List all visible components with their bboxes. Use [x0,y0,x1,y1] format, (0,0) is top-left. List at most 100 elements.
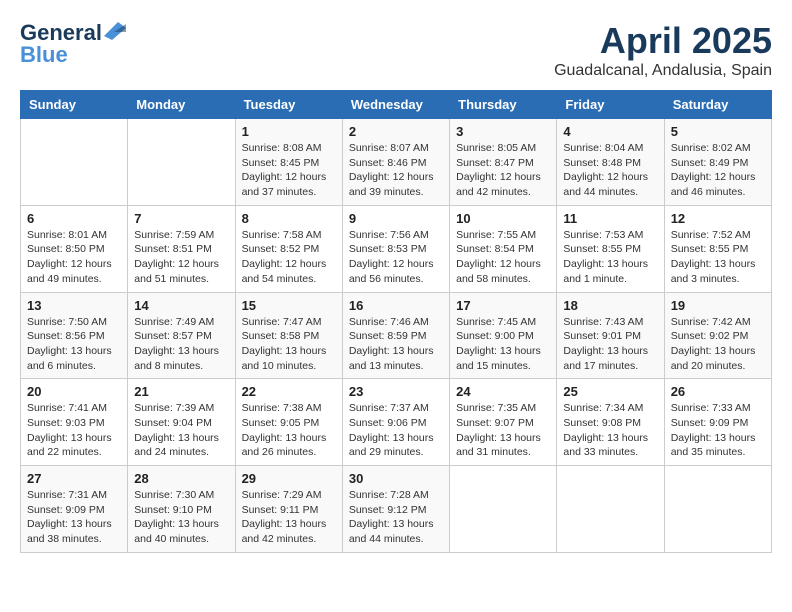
day-number: 10 [456,211,550,226]
calendar-cell: 30 Sunrise: 7:28 AMSunset: 9:12 PMDayligh… [342,466,449,553]
calendar-cell: 21 Sunrise: 7:39 AMSunset: 9:04 PMDayligh… [128,379,235,466]
weekday-header-monday: Monday [128,91,235,119]
calendar-cell: 8 Sunrise: 7:58 AMSunset: 8:52 PMDaylight… [235,205,342,292]
calendar-cell: 15Sunrise: 7:47 AMSunset: 8:58 PMDayligh… [235,292,342,379]
day-info: Sunrise: 7:41 AMSunset: 9:03 PMDaylight:… [27,401,121,460]
calendar-cell: 26 Sunrise: 7:33 AMSunset: 9:09 PMDayligh… [664,379,771,466]
day-number: 20 [27,384,121,399]
calendar-cell: 11 Sunrise: 7:53 AMSunset: 8:55 PMDayligh… [557,205,664,292]
day-number: 22 [242,384,336,399]
weekday-header-thursday: Thursday [450,91,557,119]
day-number: 16 [349,298,443,313]
calendar-cell: 22Sunrise: 7:38 AMSunset: 9:05 PMDayligh… [235,379,342,466]
day-number: 24 [456,384,550,399]
calendar-cell: 12Sunrise: 7:52 AMSunset: 8:55 PMDayligh… [664,205,771,292]
calendar-cell: 24 Sunrise: 7:35 AMSunset: 9:07 PMDayligh… [450,379,557,466]
day-info: Sunrise: 7:39 AMSunset: 9:04 PMDaylight:… [134,401,228,460]
weekday-header-wednesday: Wednesday [342,91,449,119]
day-number: 25 [563,384,657,399]
calendar-week-row: 27 Sunrise: 7:31 AMSunset: 9:09 PMDayligh… [21,466,772,553]
calendar-cell: 25 Sunrise: 7:34 AMSunset: 9:08 PMDayligh… [557,379,664,466]
calendar-cell [664,466,771,553]
calendar-cell: 1Sunrise: 8:08 AMSunset: 8:45 PMDaylight… [235,119,342,206]
day-info: Sunrise: 7:30 AMSunset: 9:10 PMDaylight:… [134,488,228,547]
calendar-cell: 16 Sunrise: 7:46 AMSunset: 8:59 PMDayligh… [342,292,449,379]
calendar-cell: 20 Sunrise: 7:41 AMSunset: 9:03 PMDayligh… [21,379,128,466]
calendar-cell: 17 Sunrise: 7:45 AMSunset: 9:00 PMDayligh… [450,292,557,379]
calendar-cell: 7 Sunrise: 7:59 AMSunset: 8:51 PMDaylight… [128,205,235,292]
day-number: 14 [134,298,228,313]
day-info: Sunrise: 7:49 AMSunset: 8:57 PMDaylight:… [134,315,228,374]
day-number: 19 [671,298,765,313]
day-info: Sunrise: 7:53 AMSunset: 8:55 PMDaylight:… [563,228,657,287]
calendar-cell [21,119,128,206]
title-block: April 2025 Guadalcanal, Andalusia, Spain [554,20,772,80]
day-info: Sunrise: 7:46 AMSunset: 8:59 PMDaylight:… [349,315,443,374]
page-header: General Blue April 2025 Guadalcanal, And… [20,20,772,80]
day-info: Sunrise: 7:42 AMSunset: 9:02 PMDaylight:… [671,315,765,374]
calendar-cell: 29Sunrise: 7:29 AMSunset: 9:11 PMDayligh… [235,466,342,553]
calendar-cell [557,466,664,553]
calendar-cell: 4 Sunrise: 8:04 AMSunset: 8:48 PMDaylight… [557,119,664,206]
day-number: 30 [349,471,443,486]
day-info: Sunrise: 8:02 AMSunset: 8:49 PMDaylight:… [671,141,765,200]
logo-wing-icon [104,22,126,40]
day-info: Sunrise: 8:05 AMSunset: 8:47 PMDaylight:… [456,141,550,200]
day-number: 1 [242,124,336,139]
calendar-week-row: 1Sunrise: 8:08 AMSunset: 8:45 PMDaylight… [21,119,772,206]
day-number: 27 [27,471,121,486]
day-info: Sunrise: 7:59 AMSunset: 8:51 PMDaylight:… [134,228,228,287]
day-info: Sunrise: 7:28 AMSunset: 9:12 PMDaylight:… [349,488,443,547]
day-number: 11 [563,211,657,226]
calendar-cell: 9 Sunrise: 7:56 AMSunset: 8:53 PMDaylight… [342,205,449,292]
month-title: April 2025 [554,20,772,62]
day-number: 7 [134,211,228,226]
day-number: 23 [349,384,443,399]
calendar-cell: 10Sunrise: 7:55 AMSunset: 8:54 PMDayligh… [450,205,557,292]
calendar-cell: 27 Sunrise: 7:31 AMSunset: 9:09 PMDayligh… [21,466,128,553]
day-info: Sunrise: 7:34 AMSunset: 9:08 PMDaylight:… [563,401,657,460]
day-info: Sunrise: 8:01 AMSunset: 8:50 PMDaylight:… [27,228,121,287]
location-title: Guadalcanal, Andalusia, Spain [554,62,772,80]
day-number: 12 [671,211,765,226]
day-number: 2 [349,124,443,139]
day-info: Sunrise: 7:35 AMSunset: 9:07 PMDaylight:… [456,401,550,460]
day-number: 21 [134,384,228,399]
calendar-week-row: 13 Sunrise: 7:50 AMSunset: 8:56 PMDayligh… [21,292,772,379]
calendar-cell: 3 Sunrise: 8:05 AMSunset: 8:47 PMDaylight… [450,119,557,206]
day-number: 5 [671,124,765,139]
day-number: 17 [456,298,550,313]
day-number: 13 [27,298,121,313]
day-info: Sunrise: 7:45 AMSunset: 9:00 PMDaylight:… [456,315,550,374]
day-info: Sunrise: 7:33 AMSunset: 9:09 PMDaylight:… [671,401,765,460]
day-info: Sunrise: 7:58 AMSunset: 8:52 PMDaylight:… [242,228,336,287]
calendar-cell: 13 Sunrise: 7:50 AMSunset: 8:56 PMDayligh… [21,292,128,379]
logo-blue: Blue [20,42,68,68]
day-number: 6 [27,211,121,226]
calendar-week-row: 6 Sunrise: 8:01 AMSunset: 8:50 PMDaylight… [21,205,772,292]
calendar-cell: 14 Sunrise: 7:49 AMSunset: 8:57 PMDayligh… [128,292,235,379]
day-number: 9 [349,211,443,226]
day-number: 8 [242,211,336,226]
calendar-cell: 6 Sunrise: 8:01 AMSunset: 8:50 PMDaylight… [21,205,128,292]
day-number: 18 [563,298,657,313]
calendar-week-row: 20 Sunrise: 7:41 AMSunset: 9:03 PMDayligh… [21,379,772,466]
day-info: Sunrise: 8:04 AMSunset: 8:48 PMDaylight:… [563,141,657,200]
weekday-header-sunday: Sunday [21,91,128,119]
day-number: 26 [671,384,765,399]
day-info: Sunrise: 7:47 AMSunset: 8:58 PMDaylight:… [242,315,336,374]
day-info: Sunrise: 7:56 AMSunset: 8:53 PMDaylight:… [349,228,443,287]
day-info: Sunrise: 7:43 AMSunset: 9:01 PMDaylight:… [563,315,657,374]
day-number: 4 [563,124,657,139]
weekday-header-tuesday: Tuesday [235,91,342,119]
logo: General Blue [20,20,126,68]
calendar-cell [450,466,557,553]
calendar-cell: 5 Sunrise: 8:02 AMSunset: 8:49 PMDaylight… [664,119,771,206]
day-number: 29 [242,471,336,486]
day-info: Sunrise: 7:31 AMSunset: 9:09 PMDaylight:… [27,488,121,547]
calendar-cell: 18 Sunrise: 7:43 AMSunset: 9:01 PMDayligh… [557,292,664,379]
weekday-header-friday: Friday [557,91,664,119]
day-number: 3 [456,124,550,139]
day-info: Sunrise: 7:50 AMSunset: 8:56 PMDaylight:… [27,315,121,374]
calendar-table: SundayMondayTuesdayWednesdayThursdayFrid… [20,90,772,553]
